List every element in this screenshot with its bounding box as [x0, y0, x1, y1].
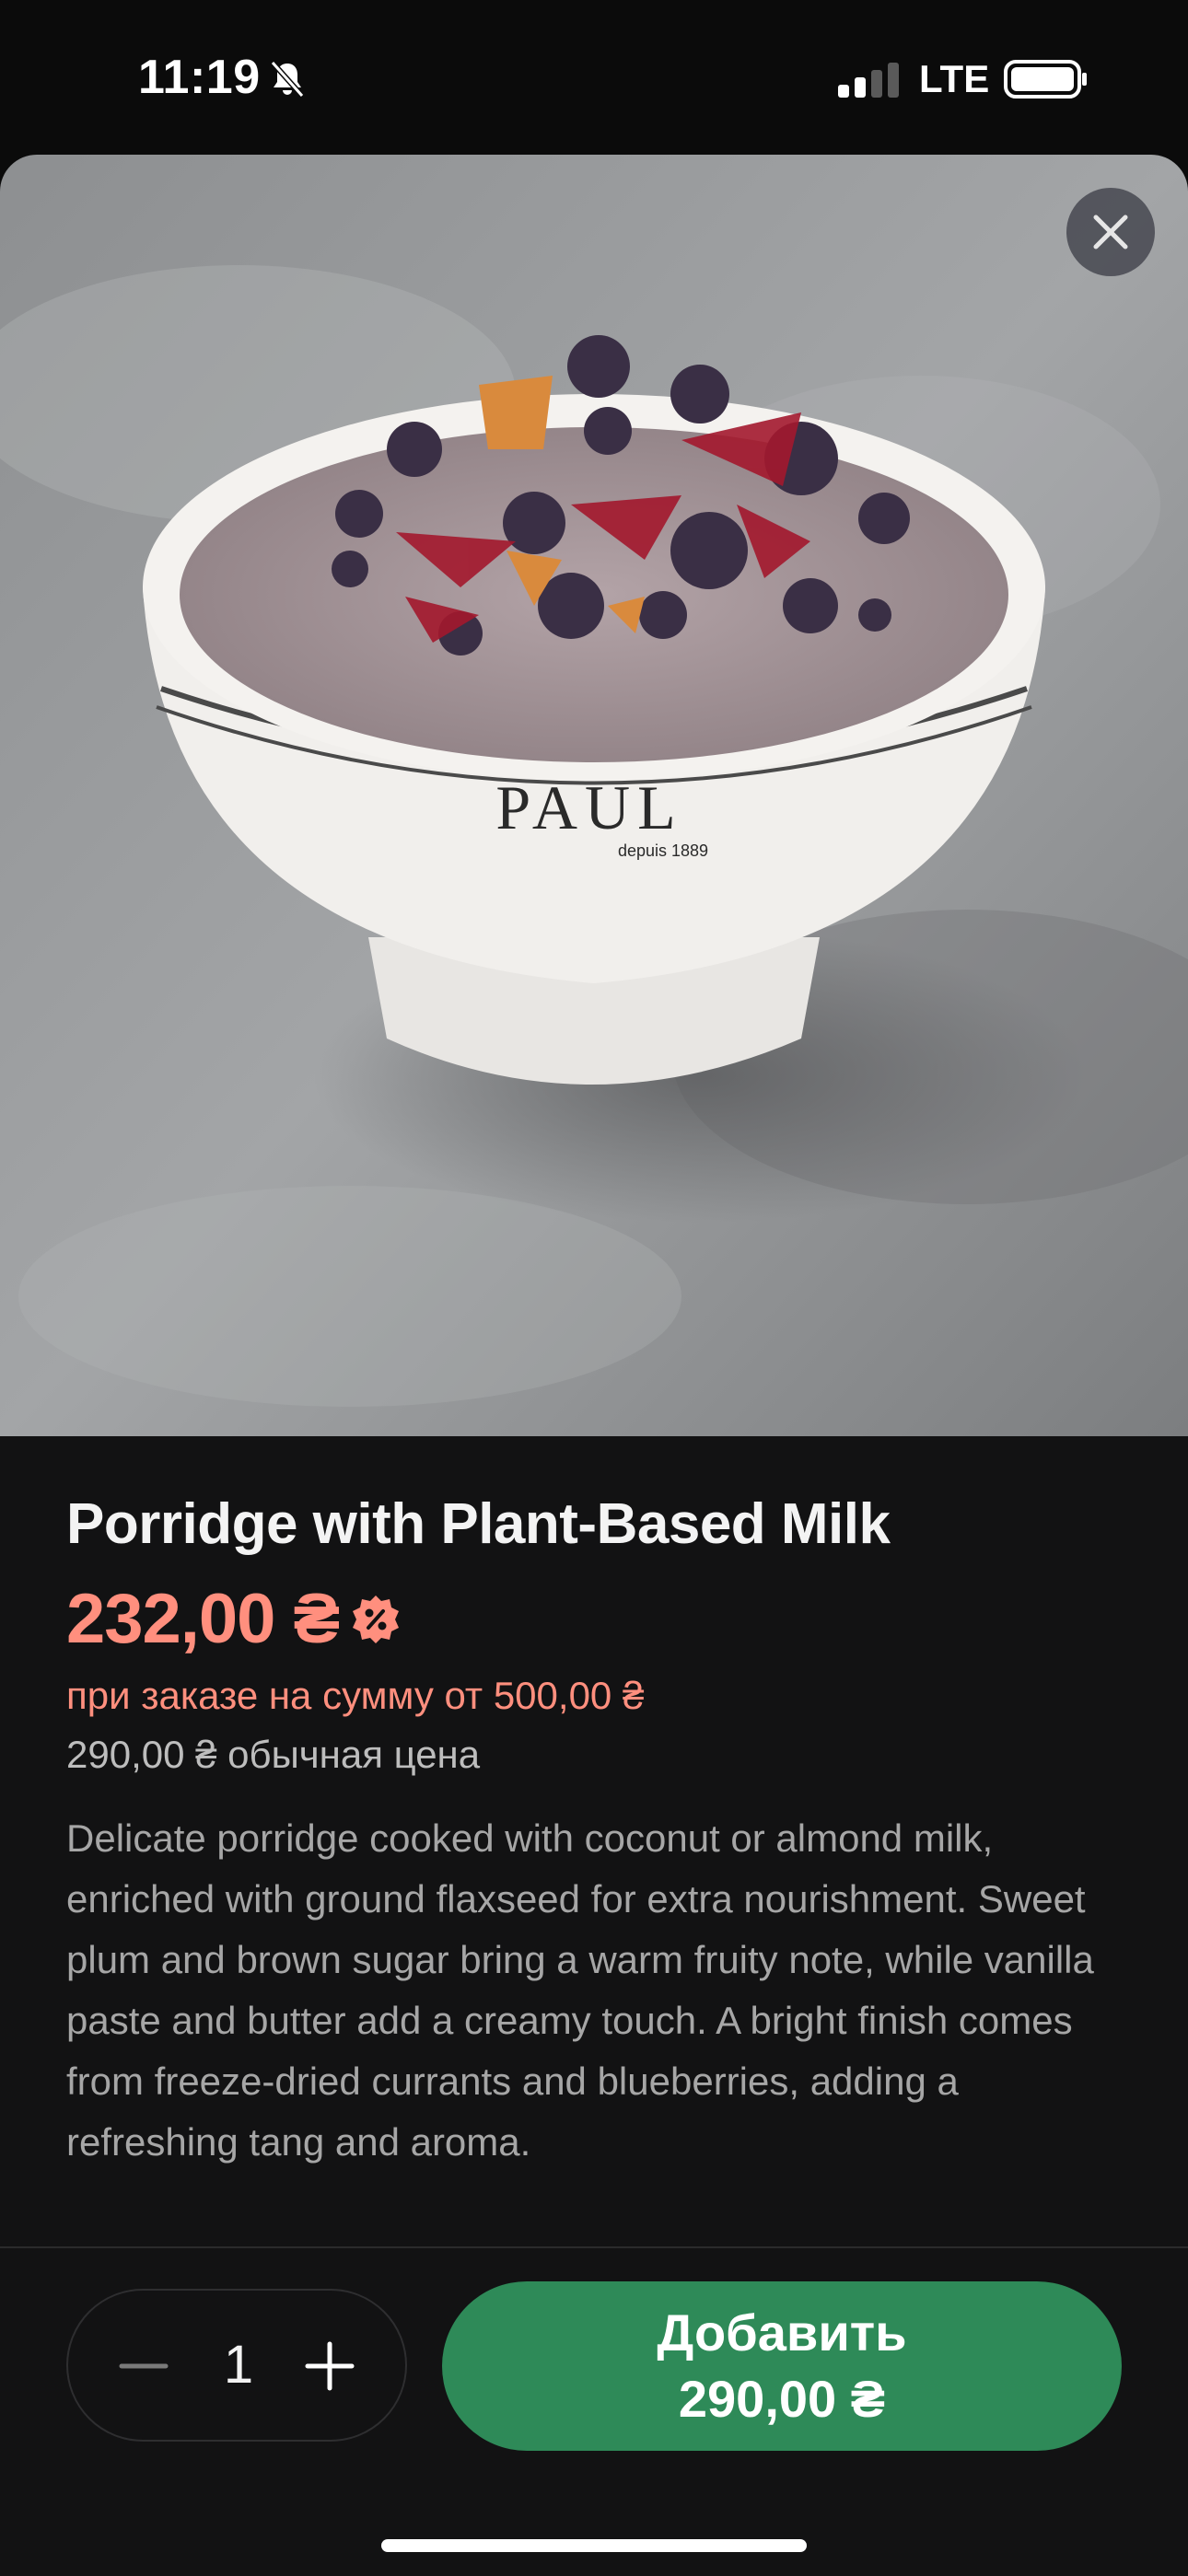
- quantity-value: 1: [223, 2335, 254, 2395]
- add-to-cart-button[interactable]: Добавить 290,00 ₴: [442, 2281, 1122, 2451]
- bottom-action-bar: 1 Добавить 290,00 ₴: [0, 2246, 1188, 2576]
- image-logo-text: PAUL: [495, 772, 682, 842]
- product-details: Porridge with Plant-Based Milk 232,00 ₴ …: [66, 1490, 1125, 2222]
- product-sheet: PAUL depuis 1889 Porridge with Plant-Bas…: [0, 155, 1188, 2574]
- signal-icon: [838, 63, 899, 98]
- discount-icon: [353, 1595, 400, 1643]
- price-row: 232,00 ₴: [66, 1578, 1125, 1661]
- status-bar: 11:19 LTE: [0, 0, 1188, 157]
- add-button-price: 290,00 ₴: [678, 2370, 886, 2428]
- add-button-label: Добавить: [657, 2303, 907, 2361]
- image-logo-sub: depuis 1889: [618, 841, 708, 860]
- home-indicator[interactable]: [381, 2539, 807, 2552]
- close-button[interactable]: [1066, 188, 1155, 276]
- network-label: LTE: [919, 57, 990, 100]
- quantity-stepper: 1: [66, 2289, 407, 2442]
- plus-icon[interactable]: [300, 2337, 359, 2396]
- promo-price: 232,00 ₴: [66, 1580, 340, 1658]
- bell-slash-icon: [270, 61, 305, 98]
- battery-icon: [1004, 60, 1087, 99]
- product-title: Porridge with Plant-Based Milk: [66, 1492, 891, 1556]
- regular-price: 290,00 ₴ обычная цена: [66, 1733, 481, 1776]
- close-icon: [1093, 215, 1128, 249]
- product-description: Delicate porridge cooked with coconut or…: [66, 1816, 1094, 2164]
- product-image: PAUL depuis 1889: [0, 155, 1188, 1436]
- promo-condition: при заказе на сумму от 500,00 ₴: [66, 1674, 645, 1717]
- status-time: 11:19: [138, 51, 261, 104]
- minus-icon[interactable]: [114, 2337, 173, 2396]
